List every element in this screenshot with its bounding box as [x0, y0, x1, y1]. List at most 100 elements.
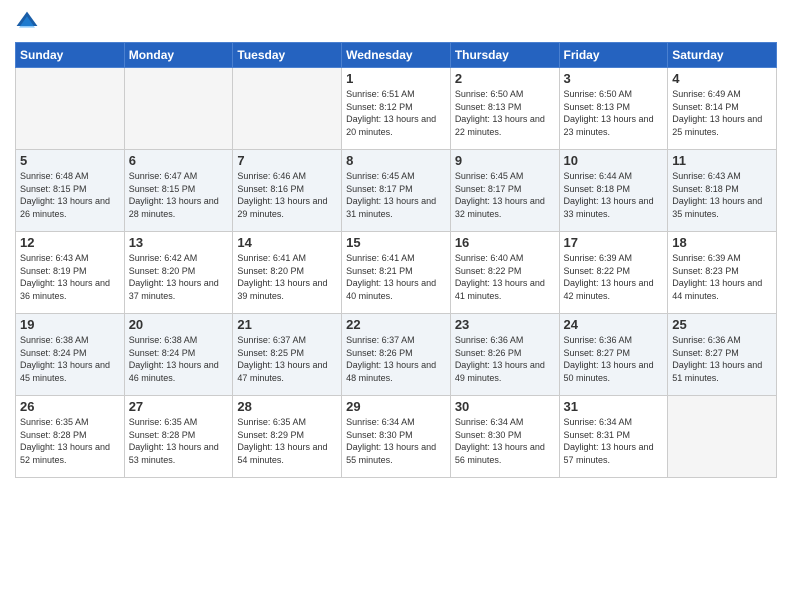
day-cell: 4 Sunrise: 6:49 AM Sunset: 8:14 PM Daylig…	[668, 68, 777, 150]
day-cell: 10 Sunrise: 6:44 AM Sunset: 8:18 PM Dayli…	[559, 150, 668, 232]
day-info: Sunrise: 6:38 AM Sunset: 8:24 PM Dayligh…	[129, 334, 229, 384]
day-cell: 16 Sunrise: 6:40 AM Sunset: 8:22 PM Dayli…	[450, 232, 559, 314]
day-info: Sunrise: 6:35 AM Sunset: 8:29 PM Dayligh…	[237, 416, 337, 466]
day-number: 8	[346, 153, 446, 168]
day-info: Sunrise: 6:35 AM Sunset: 8:28 PM Dayligh…	[20, 416, 120, 466]
day-info: Sunrise: 6:45 AM Sunset: 8:17 PM Dayligh…	[346, 170, 446, 220]
day-info: Sunrise: 6:37 AM Sunset: 8:25 PM Dayligh…	[237, 334, 337, 384]
day-number: 25	[672, 317, 772, 332]
day-number: 6	[129, 153, 229, 168]
day-cell: 24 Sunrise: 6:36 AM Sunset: 8:27 PM Dayli…	[559, 314, 668, 396]
day-info: Sunrise: 6:41 AM Sunset: 8:21 PM Dayligh…	[346, 252, 446, 302]
weekday-header-tuesday: Tuesday	[233, 43, 342, 68]
day-number: 9	[455, 153, 555, 168]
week-row-2: 5 Sunrise: 6:48 AM Sunset: 8:15 PM Daylig…	[16, 150, 777, 232]
day-info: Sunrise: 6:36 AM Sunset: 8:26 PM Dayligh…	[455, 334, 555, 384]
weekday-header-thursday: Thursday	[450, 43, 559, 68]
week-row-1: 1 Sunrise: 6:51 AM Sunset: 8:12 PM Daylig…	[16, 68, 777, 150]
day-cell: 23 Sunrise: 6:36 AM Sunset: 8:26 PM Dayli…	[450, 314, 559, 396]
day-info: Sunrise: 6:42 AM Sunset: 8:20 PM Dayligh…	[129, 252, 229, 302]
day-cell: 29Sunrise: 6:34 AM Sunset: 8:30 PM Dayli…	[342, 396, 451, 478]
day-cell: 5 Sunrise: 6:48 AM Sunset: 8:15 PM Daylig…	[16, 150, 125, 232]
week-row-4: 19 Sunrise: 6:38 AM Sunset: 8:24 PM Dayli…	[16, 314, 777, 396]
day-info: Sunrise: 6:51 AM Sunset: 8:12 PM Dayligh…	[346, 88, 446, 138]
day-number: 27	[129, 399, 229, 414]
day-number: 12	[20, 235, 120, 250]
day-cell: 8 Sunrise: 6:45 AM Sunset: 8:17 PM Daylig…	[342, 150, 451, 232]
day-info: Sunrise: 6:40 AM Sunset: 8:22 PM Dayligh…	[455, 252, 555, 302]
header	[15, 10, 777, 34]
day-info: Sunrise: 6:47 AM Sunset: 8:15 PM Dayligh…	[129, 170, 229, 220]
weekday-header-friday: Friday	[559, 43, 668, 68]
day-info: Sunrise: 6:35 AM Sunset: 8:28 PM Dayligh…	[129, 416, 229, 466]
day-number: 28	[237, 399, 337, 414]
day-number: 7	[237, 153, 337, 168]
day-cell	[16, 68, 125, 150]
day-cell: 6 Sunrise: 6:47 AM Sunset: 8:15 PM Daylig…	[124, 150, 233, 232]
weekday-header-monday: Monday	[124, 43, 233, 68]
day-number: 24	[564, 317, 664, 332]
day-number: 31	[564, 399, 664, 414]
day-info: Sunrise: 6:43 AM Sunset: 8:19 PM Dayligh…	[20, 252, 120, 302]
day-number: 23	[455, 317, 555, 332]
day-number: 22	[346, 317, 446, 332]
day-number: 10	[564, 153, 664, 168]
day-info: Sunrise: 6:49 AM Sunset: 8:14 PM Dayligh…	[672, 88, 772, 138]
day-cell: 12 Sunrise: 6:43 AM Sunset: 8:19 PM Dayli…	[16, 232, 125, 314]
day-info: Sunrise: 6:46 AM Sunset: 8:16 PM Dayligh…	[237, 170, 337, 220]
day-info: Sunrise: 6:39 AM Sunset: 8:22 PM Dayligh…	[564, 252, 664, 302]
day-number: 1	[346, 71, 446, 86]
day-info: Sunrise: 6:37 AM Sunset: 8:26 PM Dayligh…	[346, 334, 446, 384]
day-cell: 31 Sunrise: 6:34 AM Sunset: 8:31 PM Dayli…	[559, 396, 668, 478]
day-info: Sunrise: 6:44 AM Sunset: 8:18 PM Dayligh…	[564, 170, 664, 220]
day-info: Sunrise: 6:34 AM Sunset: 8:31 PM Dayligh…	[564, 416, 664, 466]
day-info: Sunrise: 6:34 AM Sunset: 8:30 PM Dayligh…	[455, 416, 555, 466]
day-number: 14	[237, 235, 337, 250]
day-cell: 7 Sunrise: 6:46 AM Sunset: 8:16 PM Daylig…	[233, 150, 342, 232]
day-info: Sunrise: 6:50 AM Sunset: 8:13 PM Dayligh…	[455, 88, 555, 138]
day-number: 29	[346, 399, 446, 414]
logo	[15, 10, 43, 34]
weekday-header-wednesday: Wednesday	[342, 43, 451, 68]
day-number: 4	[672, 71, 772, 86]
day-number: 5	[20, 153, 120, 168]
day-cell	[124, 68, 233, 150]
day-cell: 27 Sunrise: 6:35 AM Sunset: 8:28 PM Dayli…	[124, 396, 233, 478]
day-cell: 15Sunrise: 6:41 AM Sunset: 8:21 PM Dayli…	[342, 232, 451, 314]
day-cell	[233, 68, 342, 150]
day-info: Sunrise: 6:39 AM Sunset: 8:23 PM Dayligh…	[672, 252, 772, 302]
day-number: 2	[455, 71, 555, 86]
day-cell: 14 Sunrise: 6:41 AM Sunset: 8:20 PM Dayli…	[233, 232, 342, 314]
day-cell: 17 Sunrise: 6:39 AM Sunset: 8:22 PM Dayli…	[559, 232, 668, 314]
day-info: Sunrise: 6:36 AM Sunset: 8:27 PM Dayligh…	[672, 334, 772, 384]
day-cell: 11Sunrise: 6:43 AM Sunset: 8:18 PM Dayli…	[668, 150, 777, 232]
day-info: Sunrise: 6:36 AM Sunset: 8:27 PM Dayligh…	[564, 334, 664, 384]
day-cell: 26 Sunrise: 6:35 AM Sunset: 8:28 PM Dayli…	[16, 396, 125, 478]
day-number: 18	[672, 235, 772, 250]
day-cell: 21Sunrise: 6:37 AM Sunset: 8:25 PM Dayli…	[233, 314, 342, 396]
day-number: 20	[129, 317, 229, 332]
day-number: 17	[564, 235, 664, 250]
day-cell: 30 Sunrise: 6:34 AM Sunset: 8:30 PM Dayli…	[450, 396, 559, 478]
day-info: Sunrise: 6:38 AM Sunset: 8:24 PM Dayligh…	[20, 334, 120, 384]
day-cell: 2 Sunrise: 6:50 AM Sunset: 8:13 PM Daylig…	[450, 68, 559, 150]
day-number: 19	[20, 317, 120, 332]
day-cell: 9 Sunrise: 6:45 AM Sunset: 8:17 PM Daylig…	[450, 150, 559, 232]
day-cell	[668, 396, 777, 478]
day-cell: 20 Sunrise: 6:38 AM Sunset: 8:24 PM Dayli…	[124, 314, 233, 396]
day-number: 16	[455, 235, 555, 250]
day-number: 13	[129, 235, 229, 250]
day-info: Sunrise: 6:41 AM Sunset: 8:20 PM Dayligh…	[237, 252, 337, 302]
day-number: 26	[20, 399, 120, 414]
day-info: Sunrise: 6:48 AM Sunset: 8:15 PM Dayligh…	[20, 170, 120, 220]
weekday-header-row: SundayMondayTuesdayWednesdayThursdayFrid…	[16, 43, 777, 68]
day-cell: 13 Sunrise: 6:42 AM Sunset: 8:20 PM Dayli…	[124, 232, 233, 314]
page: SundayMondayTuesdayWednesdayThursdayFrid…	[0, 0, 792, 612]
day-cell: 3Sunrise: 6:50 AM Sunset: 8:13 PM Daylig…	[559, 68, 668, 150]
weekday-header-sunday: Sunday	[16, 43, 125, 68]
day-number: 30	[455, 399, 555, 414]
day-info: Sunrise: 6:43 AM Sunset: 8:18 PM Dayligh…	[672, 170, 772, 220]
logo-icon	[15, 10, 39, 34]
day-info: Sunrise: 6:45 AM Sunset: 8:17 PM Dayligh…	[455, 170, 555, 220]
day-cell: 19 Sunrise: 6:38 AM Sunset: 8:24 PM Dayli…	[16, 314, 125, 396]
